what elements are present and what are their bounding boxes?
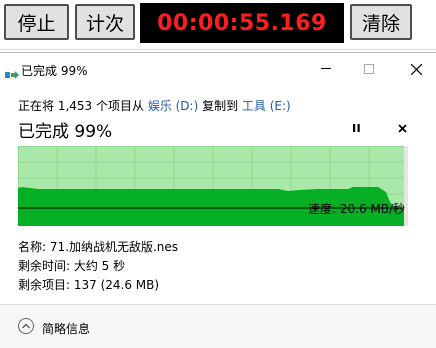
progress-status: 已完成 99% [18,122,113,142]
lap-button[interactable]: 计次 [75,4,135,40]
pause-icon[interactable] [352,122,361,136]
source-link[interactable]: 娱乐 (D:) [148,99,198,113]
minimize-icon[interactable] [318,61,334,77]
time-remaining: 剩余时间: 大约 5 秒 [18,259,126,273]
file-name: 名称: 71.加纳战机无敌版.nes [18,240,178,254]
chevron-up-icon[interactable] [18,318,34,334]
maximize-icon[interactable] [361,61,377,77]
less-details-toggle[interactable]: 简略信息 [42,320,90,337]
copy-progress-dialog: 已完成 99% 正在将 1,453 个项目从 娱乐 (D:) 复制到 工具 (E… [0,52,436,348]
close-icon[interactable] [408,61,424,77]
summary-prefix: 正在将 1,453 个项目从 [18,99,148,113]
destination-link[interactable]: 工具 (E:) [242,99,291,113]
stop-button[interactable]: 停止 [4,4,69,40]
details-footer: 简略信息 [0,305,436,348]
speed-label: 速度: 20.6 MB/秒 [308,202,406,216]
stopwatch-bar: 停止 计次 00:00:55.169 清除 [0,0,436,50]
copy-summary: 正在将 1,453 个项目从 娱乐 (D:) 复制到 工具 (E:) [18,97,291,114]
window-title: 已完成 99% [21,64,88,78]
divider [0,49,436,50]
items-remaining: 剩余项目: 137 (24.6 MB) [18,278,160,292]
clear-button[interactable]: 清除 [350,4,412,40]
summary-middle: 复制到 [198,99,242,113]
copy-files-icon [5,65,19,79]
title-bar[interactable]: 已完成 99% [0,53,436,87]
stop-icon[interactable] [398,122,407,137]
elapsed-time-display: 00:00:55.169 [140,3,344,43]
